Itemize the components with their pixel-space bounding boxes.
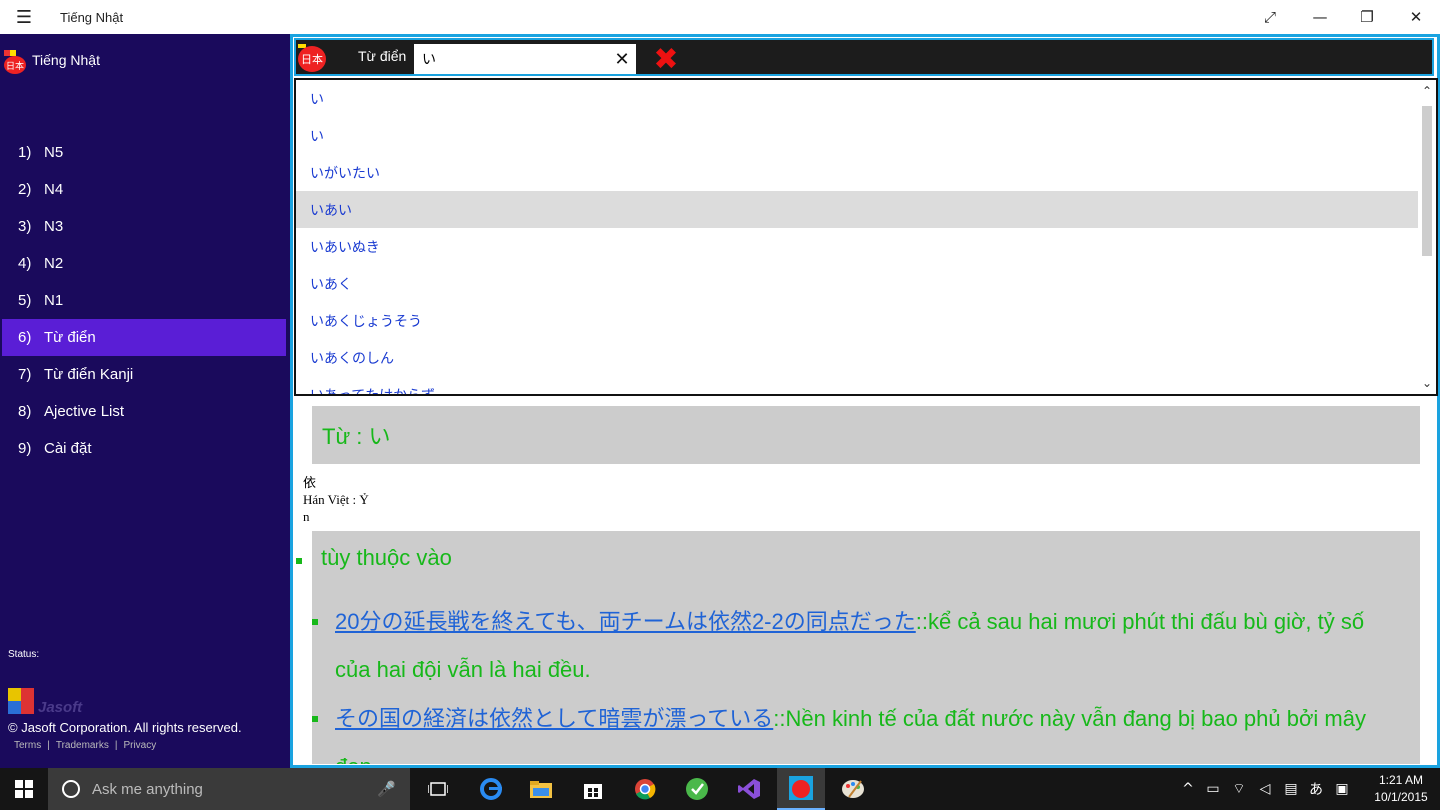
minimize-button[interactable]: — [1296, 0, 1344, 34]
entry-content: Từ : い 依 Hán Việt : Ỷ n tùy thuộc vào 20… [294, 398, 1436, 764]
bullet-icon [296, 558, 302, 564]
action-center-icon[interactable]: ▣ [1328, 781, 1356, 797]
volume-icon[interactable]: ◁ [1252, 781, 1278, 797]
show-hidden-icons-icon[interactable]: ^ [1176, 781, 1200, 797]
bullet-icon [312, 716, 318, 722]
edge-browser-icon[interactable] [467, 768, 515, 810]
system-tray: ^ ▭ ⌔ ◁ ▤ あ ▣ [1176, 768, 1356, 810]
nav-item-settings[interactable]: 9) Cài đặt [0, 430, 290, 467]
nav-item-n4[interactable]: 2) N4 [0, 171, 290, 208]
status-label: Status: [8, 649, 40, 660]
nav-item-dictionary[interactable]: 6) Từ điển [2, 319, 286, 356]
ime-indicator[interactable]: あ [1304, 779, 1328, 799]
restore-button[interactable]: ❐ [1343, 0, 1391, 34]
microphone-icon[interactable]: 🎤 [377, 780, 396, 798]
word-heading: Từ : い [312, 406, 1420, 464]
clock-date: 10/1/2015 [1374, 790, 1428, 804]
clear-search-button[interactable]: ✕ [608, 44, 636, 74]
nav-item-kanji-dictionary[interactable]: 7) Từ điển Kanji [0, 356, 290, 393]
hamburger-menu-icon[interactable]: ☰ [0, 0, 48, 34]
list-item[interactable]: い [296, 117, 1420, 154]
main-panel: 日本 Từ điển ✕ ✖ い い いがいたい いあい いあいぬき いあく い… [290, 34, 1440, 768]
search-bar: 日本 Từ điển ✕ ✖ [294, 38, 1434, 77]
taskbar: Ask me anything 🎤 ^ ▭ ⌔ ◁ ▤ あ ▣ 1:21 AM … [0, 768, 1440, 810]
example-sentence: その国の経済は依然として暗雲が漂っている::Nền kinh tế của đấ… [335, 706, 1366, 764]
trademarks-link[interactable]: Trademarks [56, 740, 109, 751]
scroll-thumb[interactable] [1422, 106, 1432, 256]
scroll-down-icon[interactable]: ⌄ [1418, 374, 1436, 392]
part-of-speech: n [303, 509, 310, 524]
list-item[interactable]: い [296, 80, 1420, 117]
battery-icon[interactable]: ▭ [1200, 781, 1226, 797]
search-input[interactable] [414, 44, 636, 74]
paint-icon[interactable] [829, 768, 877, 810]
nav-item-n5[interactable]: 1) N5 [0, 134, 290, 171]
sidebar-header: 日本 Tiếng Nhật [4, 48, 100, 74]
meaning-text: tùy thuộc vào [321, 545, 452, 570]
windows-logo-icon [15, 780, 33, 798]
cortana-icon [62, 780, 80, 798]
close-search-button[interactable]: ✖ [648, 42, 684, 77]
list-item[interactable]: いあくのしん [296, 339, 1420, 376]
app-name: Tiếng Nhật [32, 52, 100, 68]
entry-meta: 依 Hán Việt : Ỷ n [303, 474, 369, 525]
list-item[interactable]: いあいぬき [296, 228, 1420, 265]
bullet-icon [312, 619, 318, 625]
list-item[interactable]: いあく [296, 265, 1420, 302]
scroll-up-icon[interactable]: ⌃ [1418, 82, 1436, 100]
jasoft-logo: Jasoft [8, 688, 82, 716]
han-viet-text: Hán Việt : Ỷ [303, 492, 369, 507]
example-link[interactable]: 20分の延長戦を終えても、両チームは依然2-2の同点だった [335, 609, 916, 634]
footer-links: Terms | Trademarks | Privacy [14, 740, 157, 751]
app-logo-icon: 日本 [4, 48, 28, 74]
list-item-highlighted[interactable]: いあい [296, 191, 1420, 228]
nav-item-n3[interactable]: 3) N3 [0, 208, 290, 245]
example-link[interactable]: その国の経済は依然として暗雲が漂っている [335, 706, 773, 731]
kanji-text: 依 [303, 475, 317, 490]
close-button[interactable]: ✕ [1392, 0, 1440, 34]
keyboard-icon[interactable]: ▤ [1278, 781, 1304, 797]
suggestion-scrollbar[interactable]: ⌃ ⌄ [1418, 80, 1436, 394]
search-label: Từ điển [358, 48, 407, 64]
suggestion-list: い い いがいたい いあい いあいぬき いあく いあくじょうそう いあくのしん … [294, 78, 1438, 396]
nav-item-n1[interactable]: 5) N1 [0, 282, 290, 319]
visual-studio-icon[interactable] [725, 768, 773, 810]
taskbar-search-placeholder: Ask me anything [92, 780, 203, 798]
meaning-box: tùy thuộc vào 20分の延長戦を終えても、両チームは依然2-2の同点… [312, 531, 1420, 764]
nav-list: 1) N5 2) N4 3) N3 4) N2 5) N1 6) Từ điển 7) Từ … [0, 134, 290, 467]
start-button[interactable] [0, 768, 48, 810]
window-title: Tiếng Nhật [60, 9, 124, 25]
list-item[interactable]: いあくじょうそう [296, 302, 1420, 339]
store-icon[interactable] [569, 768, 617, 810]
privacy-link[interactable]: Privacy [123, 740, 156, 751]
list-item[interactable]: いあってたけからず [296, 376, 1420, 395]
task-view-icon[interactable] [414, 768, 462, 810]
japan-flag-icon: 日本 [298, 44, 330, 74]
taskbar-search[interactable]: Ask me anything 🎤 [48, 768, 410, 810]
green-app-icon[interactable] [673, 768, 721, 810]
sidebar: 日本 Tiếng Nhật 1) N5 2) N4 3) N3 4) N2 5) N1 6… [0, 34, 290, 768]
fullscreen-icon[interactable]: ⤢ [1246, 0, 1294, 34]
nav-item-adjective-list[interactable]: 8) Ajective List [0, 393, 290, 430]
list-item[interactable]: いがいたい [296, 154, 1420, 191]
jasoft-logo-icon [8, 688, 36, 716]
example-sentence: 20分の延長戦を終えても、両チームは依然2-2の同点だった::kể cả sau… [335, 609, 1365, 682]
chrome-icon[interactable] [621, 768, 669, 810]
tieng-nhat-app-icon[interactable] [777, 768, 825, 810]
nav-item-n2[interactable]: 4) N2 [0, 245, 290, 282]
wifi-icon[interactable]: ⌔ [1226, 780, 1252, 798]
terms-link[interactable]: Terms [14, 740, 41, 751]
file-explorer-icon[interactable] [517, 768, 565, 810]
copyright-text: © Jasoft Corporation. All rights reserve… [8, 720, 242, 735]
clock-time: 1:21 AM [1378, 773, 1424, 787]
clock[interactable]: 1:21 AM 10/1/2015 [1368, 772, 1434, 806]
title-bar: ☰ Tiếng Nhật ⤢ — ❐ ✕ [0, 0, 1440, 34]
